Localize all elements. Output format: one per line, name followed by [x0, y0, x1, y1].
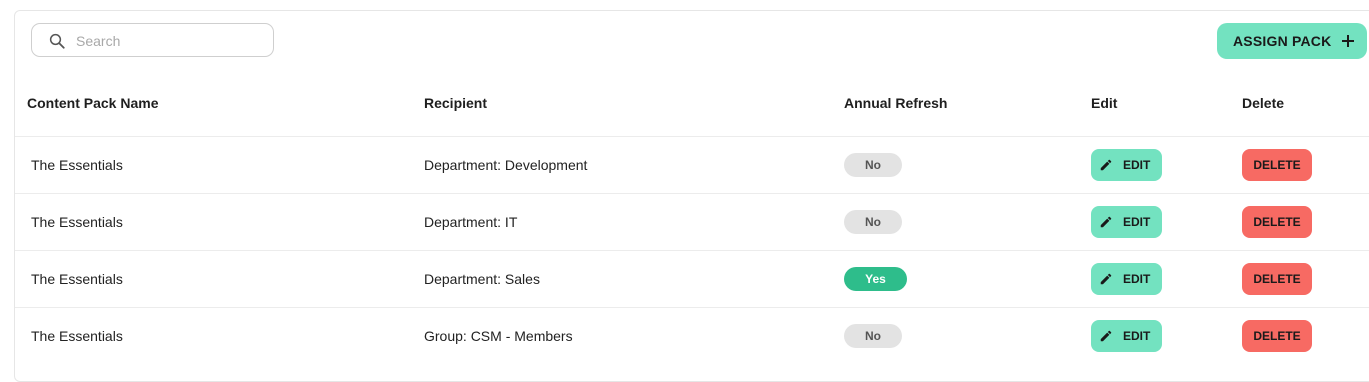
edit-button[interactable]: EDIT [1091, 263, 1162, 295]
delete-cell: DELETE [1242, 137, 1312, 193]
delete-button[interactable]: DELETE [1242, 263, 1312, 295]
delete-cell: DELETE [1242, 194, 1312, 250]
table-row: The Essentials Group: CSM - Members No E… [0, 308, 1369, 365]
edit-label: EDIT [1123, 329, 1151, 343]
delete-button[interactable]: DELETE [1242, 206, 1312, 238]
edit-label: EDIT [1123, 215, 1151, 229]
edit-cell: EDIT [1091, 308, 1162, 364]
delete-cell: DELETE [1242, 251, 1312, 307]
table-header: Content Pack Name Recipient Annual Refre… [0, 95, 1369, 115]
search-input[interactable] [76, 30, 261, 52]
search-box[interactable] [31, 23, 274, 57]
column-header-annual-refresh: Annual Refresh [844, 95, 948, 111]
edit-label: EDIT [1123, 272, 1151, 286]
content-pack-name: The Essentials [31, 271, 123, 287]
recipient: Department: IT [424, 214, 518, 230]
content-pack-name: The Essentials [31, 214, 123, 230]
annual-refresh-cell: Yes [844, 251, 907, 307]
table-row: The Essentials Department: Sales Yes EDI… [0, 251, 1369, 308]
annual-refresh-cell: No [844, 137, 902, 193]
edit-label: EDIT [1123, 158, 1151, 172]
pencil-icon [1100, 159, 1112, 171]
assign-pack-label: ASSIGN PACK [1233, 33, 1332, 49]
pencil-icon [1100, 273, 1112, 285]
content-pack-name: The Essentials [31, 328, 123, 344]
column-header-edit: Edit [1091, 95, 1118, 111]
column-header-name: Content Pack Name [27, 95, 159, 111]
search-icon [49, 33, 65, 49]
table-row: The Essentials Department: Development N… [0, 137, 1369, 194]
recipient: Department: Development [424, 157, 588, 173]
annual-refresh-badge: No [844, 153, 902, 177]
annual-refresh-badge: No [844, 210, 902, 234]
column-header-recipient: Recipient [424, 95, 488, 111]
edit-button[interactable]: EDIT [1091, 320, 1162, 352]
delete-button[interactable]: DELETE [1242, 149, 1312, 181]
edit-cell: EDIT [1091, 194, 1162, 250]
plus-icon [1342, 35, 1355, 47]
recipient: Group: CSM - Members [424, 328, 573, 344]
annual-refresh-badge: Yes [844, 267, 907, 291]
edit-button[interactable]: EDIT [1091, 206, 1162, 238]
edit-button[interactable]: EDIT [1091, 149, 1162, 181]
column-header-delete: Delete [1242, 95, 1285, 111]
delete-cell: DELETE [1242, 308, 1312, 364]
annual-refresh-cell: No [844, 308, 902, 364]
content-pack-name: The Essentials [31, 157, 123, 173]
edit-cell: EDIT [1091, 251, 1162, 307]
assign-pack-button[interactable]: ASSIGN PACK [1217, 23, 1367, 59]
pencil-icon [1100, 216, 1112, 228]
annual-refresh-cell: No [844, 194, 902, 250]
table-row: The Essentials Department: IT No EDIT DE… [0, 194, 1369, 251]
recipient: Department: Sales [424, 271, 540, 287]
delete-button[interactable]: DELETE [1242, 320, 1312, 352]
edit-cell: EDIT [1091, 137, 1162, 193]
annual-refresh-badge: No [844, 324, 902, 348]
pencil-icon [1100, 330, 1112, 342]
